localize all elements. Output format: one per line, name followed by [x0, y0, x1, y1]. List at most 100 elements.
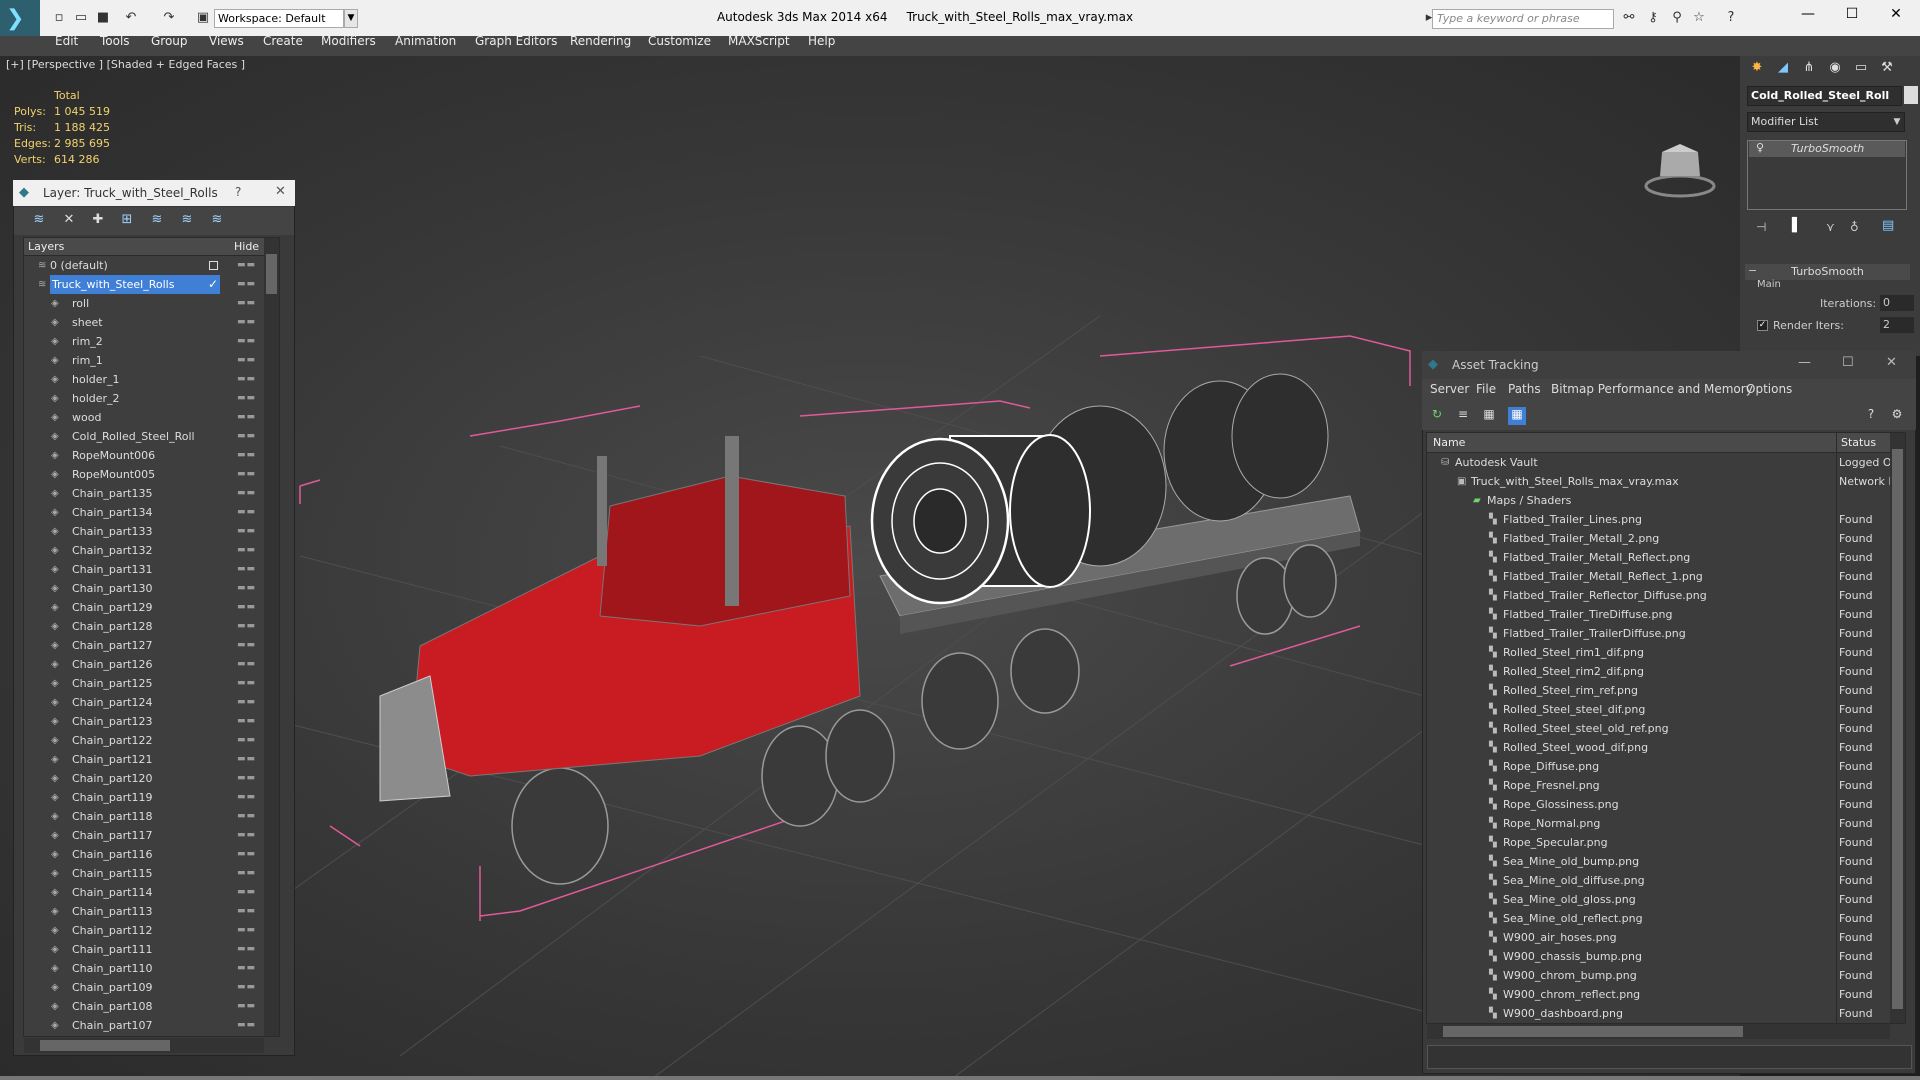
hide-toggle[interactable]: ▬▬	[237, 731, 256, 750]
utilities-tab-icon[interactable]: ⚒	[1876, 60, 1898, 80]
col-layers[interactable]: Layers	[28, 240, 64, 253]
layer-row[interactable]: ◈ Cold_Rolled_Steel_Roll ▬▬	[24, 427, 279, 446]
object-color-swatch[interactable]	[1904, 86, 1918, 104]
asset-row[interactable]: ▚ Rolled_Steel_wood_dif.png Found	[1427, 738, 1905, 757]
menu-views[interactable]: Views	[209, 34, 244, 48]
asset-menu-server[interactable]: Server	[1430, 382, 1469, 396]
redo-icon[interactable]: ↷	[160, 9, 178, 27]
lightbulb-icon[interactable]: ♀	[1756, 141, 1764, 154]
configure-sets-icon[interactable]: ▤	[1882, 218, 1894, 233]
menu-modifiers[interactable]: Modifiers	[321, 34, 376, 48]
menu-graph-editors[interactable]: Graph Editors	[475, 34, 557, 48]
layer-row[interactable]: ◈ sheet ▬▬	[24, 313, 279, 332]
asset-row[interactable]: ▚ W900_chassis_bump.png Found	[1427, 947, 1905, 966]
create-layer-icon[interactable]: ≋	[30, 212, 48, 230]
col-hide[interactable]: Hide	[234, 240, 259, 253]
hide-toggle[interactable]: ▬▬	[237, 807, 256, 826]
layer-row[interactable]: ◈ Chain_part133 ▬▬	[24, 522, 279, 541]
close-button[interactable]: ✕	[1876, 6, 1916, 26]
scroll-thumb[interactable]	[1892, 449, 1903, 1009]
search-input[interactable]: Type a keyword or phrase	[1432, 9, 1614, 29]
maximize-button[interactable]: ☐	[1832, 6, 1872, 26]
column-divider[interactable]	[1836, 432, 1837, 1024]
menu-rendering[interactable]: Rendering	[570, 34, 631, 48]
layer-row[interactable]: ◈ Chain_part109 ▬▬	[24, 978, 279, 997]
hide-toggle[interactable]: ▬▬	[237, 864, 256, 883]
hide-toggle[interactable]: ▬▬	[237, 997, 256, 1016]
open-icon[interactable]: ▭	[72, 9, 90, 27]
asset-row[interactable]: ▚ Flatbed_Trailer_Metall_Reflect.png Found	[1427, 548, 1905, 567]
layer-row[interactable]: ◈ Chain_part107 ▬▬	[24, 1016, 279, 1035]
layer-row[interactable]: ◈ Chain_part123 ▬▬	[24, 712, 279, 731]
render-iters-spinner[interactable]: 2	[1880, 317, 1914, 333]
hide-toggle[interactable]: ▬▬	[237, 826, 256, 845]
layer-row[interactable]: ≋ 0 (default) ▬▬	[24, 256, 279, 275]
minimize-button[interactable]: —	[1788, 6, 1828, 26]
hide-toggle[interactable]: ▬▬	[237, 959, 256, 978]
close-button[interactable]: ✕	[1886, 355, 1897, 370]
asset-path-field[interactable]	[1427, 1045, 1912, 1069]
menu-maxscript[interactable]: MAXScript	[728, 34, 790, 48]
display-tab-icon[interactable]: ▭	[1850, 60, 1872, 80]
layer-row[interactable]: ◈ Chain_part116 ▬▬	[24, 845, 279, 864]
asset-row[interactable]: ▚ Rolled_Steel_steel_old_ref.png Found	[1427, 719, 1905, 738]
hide-toggle[interactable]: ▬▬	[237, 446, 256, 465]
hscroll-thumb[interactable]	[1443, 1026, 1743, 1037]
hide-toggle[interactable]: ▬▬	[237, 978, 256, 997]
layer-row[interactable]: ◈ Chain_part132 ▬▬	[24, 541, 279, 560]
layer-explorer-titlebar[interactable]: ◆ Layer: Truck_with_Steel_Rolls ? ✕	[13, 180, 295, 206]
layer-row[interactable]: ◈ holder_1 ▬▬	[24, 370, 279, 389]
hide-toggle[interactable]: ▬▬	[237, 294, 256, 313]
hide-all-icon[interactable]: ≋	[178, 212, 196, 230]
layer-row[interactable]: ◈ wood ▬▬	[24, 408, 279, 427]
hide-toggle[interactable]: ▬▬	[237, 579, 256, 598]
layer-row[interactable]: ◈ Chain_part129 ▬▬	[24, 598, 279, 617]
help-button[interactable]: ?	[235, 185, 241, 199]
hide-toggle[interactable]: ▬▬	[237, 370, 256, 389]
hide-toggle[interactable]: ▬▬	[237, 598, 256, 617]
star-icon[interactable]: ☆	[1690, 9, 1708, 27]
layer-row[interactable]: ◈ Chain_part113 ▬▬	[24, 902, 279, 921]
layer-row[interactable]: ◈ Chain_part125 ▬▬	[24, 674, 279, 693]
layer-row[interactable]: ◈ Chain_part130 ▬▬	[24, 579, 279, 598]
layer-row[interactable]: ◈ Chain_part122 ▬▬	[24, 731, 279, 750]
settings-icon[interactable]: ⚙	[1888, 407, 1906, 425]
asset-row[interactable]: ▚ Sea_Mine_old_reflect.png Found	[1427, 909, 1905, 928]
layer-row[interactable]: ◈ Chain_part121 ▬▬	[24, 750, 279, 769]
asset-row[interactable]: ▚ W900_dashboard.png Found	[1427, 1004, 1905, 1023]
asset-menu-file[interactable]: File	[1476, 382, 1496, 396]
layer-row[interactable]: ◈ Chain_part108 ▬▬	[24, 997, 279, 1016]
asset-row[interactable]: ▚ Flatbed_Trailer_TrailerDiffuse.png Found	[1427, 624, 1905, 643]
refresh-icon[interactable]: ↻	[1428, 407, 1446, 425]
layer-row[interactable]: ◈ rim_1 ▬▬	[24, 351, 279, 370]
layer-row[interactable]: ◈ Chain_part134 ▬▬	[24, 503, 279, 522]
asset-row[interactable]: ⛁ Autodesk Vault Logged O	[1427, 453, 1905, 472]
asset-row[interactable]: ▚ Sea_Mine_old_bump.png Found	[1427, 852, 1905, 871]
maximize-button[interactable]: ☐	[1842, 355, 1854, 370]
hide-toggle[interactable]: ▬▬	[237, 313, 256, 332]
add-to-layer-icon[interactable]: ✚	[89, 212, 107, 230]
menu-animation[interactable]: Animation	[395, 34, 456, 48]
current-layer-check[interactable]: ✓	[208, 275, 218, 294]
chevron-down-icon[interactable]: ▼	[1890, 113, 1904, 131]
asset-menu-paths[interactable]: Paths	[1508, 382, 1541, 396]
layer-row[interactable]: ◈ Chain_part117 ▬▬	[24, 826, 279, 845]
menu-edit[interactable]: Edit	[55, 34, 78, 48]
delete-layer-icon[interactable]: ✕	[60, 212, 78, 230]
scroll-thumb[interactable]	[266, 254, 277, 294]
layer-scrollbar[interactable]	[264, 238, 279, 1036]
hide-toggle[interactable]: ▬▬	[237, 256, 256, 275]
layer-row[interactable]: ◈ Chain_part114 ▬▬	[24, 883, 279, 902]
layer-row[interactable]: ◈ Chain_part110 ▬▬	[24, 959, 279, 978]
col-name[interactable]: Name	[1433, 433, 1465, 453]
table-view-icon[interactable]: ▦	[1480, 407, 1498, 425]
undo-icon[interactable]: ↶	[122, 9, 140, 27]
menu-group[interactable]: Group	[151, 34, 188, 48]
asset-row[interactable]: ▚ Rope_Diffuse.png Found	[1427, 757, 1905, 776]
layer-row[interactable]: ≋ Truck_with_Steel_Rolls ▬▬ ✓	[24, 275, 279, 294]
hide-toggle[interactable]: ▬▬	[237, 655, 256, 674]
object-name-field[interactable]: Cold_Rolled_Steel_Roll	[1747, 86, 1902, 106]
layer-row[interactable]: ◈ Chain_part111 ▬▬	[24, 940, 279, 959]
asset-row[interactable]: ▚ Rope_Specular.png Found	[1427, 833, 1905, 852]
asset-row[interactable]: ▚ Sea_Mine_old_diffuse.png Found	[1427, 871, 1905, 890]
